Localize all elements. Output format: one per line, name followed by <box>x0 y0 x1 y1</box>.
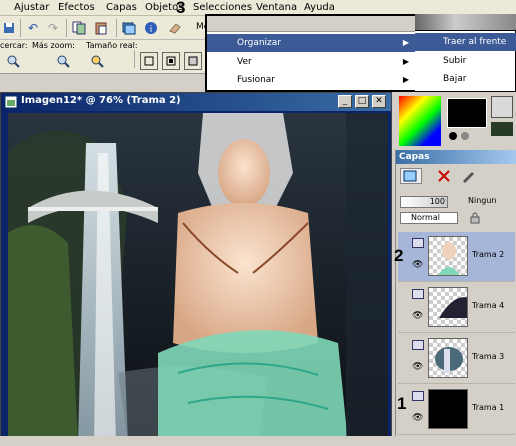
zoom-in-label: Más zoom: <box>32 41 75 50</box>
new-layer-button[interactable] <box>400 168 422 184</box>
image-canvas[interactable] <box>8 113 388 443</box>
step-number-3: 3 <box>176 0 186 17</box>
info-icon[interactable]: i <box>142 19 160 37</box>
composition-artwork <box>8 113 388 443</box>
foreground-color-swatch[interactable] <box>447 98 487 128</box>
organizar-submenu: Traer al frente Subir Bajar <box>415 30 516 92</box>
layer-thumbnail <box>428 236 468 276</box>
status-bar <box>0 436 516 446</box>
zoom-toolbar: cercar: Más zoom: Tamaño real: <box>0 40 210 74</box>
eraser-icon[interactable] <box>166 19 184 37</box>
layer-row-trama-3[interactable]: 👁 Trama 3 <box>398 334 515 384</box>
style-icon[interactable] <box>449 132 457 140</box>
layer-name: Trama 2 <box>472 250 505 259</box>
menu-ventana[interactable]: Ventana <box>256 2 297 13</box>
save-icon[interactable] <box>0 19 18 37</box>
menu-header-strip <box>207 16 415 32</box>
menu-ayuda[interactable]: Ayuda <box>304 2 335 13</box>
layer-visibility-toggle[interactable] <box>412 340 424 350</box>
layer-name: Trama 3 <box>472 352 505 361</box>
eye-icon[interactable]: 👁 <box>412 260 423 270</box>
layer-name: Trama 1 <box>472 403 505 412</box>
zoom-in-icon[interactable] <box>54 52 72 70</box>
paste-icon[interactable] <box>92 19 110 37</box>
background-thumbnail <box>415 14 516 30</box>
layer-row-trama-1[interactable]: 👁 Trama 1 <box>398 385 515 435</box>
menu-item-fusionar[interactable]: Fusionar ▶ <box>207 71 415 89</box>
image-window-icon <box>4 95 18 109</box>
toolbar-separator <box>20 19 21 37</box>
layer-thumbnail <box>428 287 468 327</box>
menu-selecciones[interactable]: Selecciones <box>193 2 252 13</box>
image-titlebar[interactable]: Imagen12* @ 76% (Trama 2) _ □ ✕ <box>1 93 391 111</box>
menu-item-label: Fusionar <box>237 75 276 85</box>
delete-layer-icon[interactable] <box>436 168 452 184</box>
eye-icon[interactable]: 👁 <box>412 362 423 372</box>
menu-item-label: Ver <box>237 57 252 67</box>
submenu-arrow-icon: ▶ <box>402 75 409 84</box>
submenu-arrow-icon: ▶ <box>402 57 409 66</box>
layer-row-trama-2[interactable]: 👁 Trama 2 <box>398 232 515 282</box>
menu-item-organizar[interactable]: Organizar ▶ <box>207 34 415 52</box>
toolbar-separator <box>116 19 117 37</box>
zoom-out-label: cercar: <box>0 41 28 50</box>
layer-thumbnail <box>428 389 468 429</box>
layer-name: Trama 4 <box>472 301 505 310</box>
redo-icon[interactable]: ↷ <box>44 19 62 37</box>
image-window-title: Imagen12* @ 76% (Trama 2) <box>21 95 181 106</box>
close-button[interactable]: ✕ <box>372 95 386 108</box>
minimize-button[interactable]: _ <box>338 95 352 108</box>
opacity-field[interactable]: 100 <box>400 196 448 208</box>
step-number-2: 2 <box>394 246 404 265</box>
menu-item-ver[interactable]: Ver ▶ <box>207 53 415 71</box>
fit-image-icon[interactable] <box>162 52 180 70</box>
zoom-out-icon[interactable] <box>4 52 22 70</box>
image-window: Imagen12* @ 76% (Trama 2) _ □ ✕ <box>0 92 392 446</box>
actual-size-label: Tamaño real: <box>86 41 138 50</box>
layer-visibility-toggle[interactable] <box>412 391 424 401</box>
maximize-button[interactable]: □ <box>355 95 369 108</box>
step-number-1: 1 <box>397 394 407 413</box>
layer-visibility-toggle[interactable] <box>412 238 424 248</box>
layer-thumbnail <box>428 338 468 378</box>
layers-context-menu: Organizar ▶ Ver ▶ Fusionar ▶ <box>205 14 417 92</box>
menu-item-subir[interactable]: Subir <box>415 52 516 70</box>
layer-visibility-toggle[interactable] <box>412 289 424 299</box>
lock-icon[interactable] <box>470 212 480 224</box>
materials-panel <box>395 92 516 150</box>
undo-icon[interactable]: ↶ <box>24 19 42 37</box>
blend-mode-select[interactable]: Normal <box>400 212 458 224</box>
full-screen-icon[interactable] <box>184 52 202 70</box>
texture-icon[interactable] <box>461 132 469 140</box>
submenu-arrow-icon: ▶ <box>402 38 409 47</box>
eye-icon[interactable]: 👁 <box>412 311 423 321</box>
edit-icon[interactable] <box>460 168 476 184</box>
menu-item-bajar[interactable]: Bajar <box>415 70 516 88</box>
fit-window-icon[interactable] <box>140 52 158 70</box>
background-color-swatch[interactable] <box>491 96 513 118</box>
svg-text:i: i <box>150 25 153 35</box>
layer-row-trama-4[interactable]: 👁 Trama 4 <box>398 283 515 333</box>
menu-capas[interactable]: Capas <box>106 2 137 13</box>
standard-toolbar: ↶ ↷ i Mo <box>0 16 210 40</box>
menu-efectos[interactable]: Efectos <box>58 2 95 13</box>
menu-item-traer-al-frente[interactable]: Traer al frente <box>415 33 516 51</box>
layers-panel-title: Capas <box>396 150 516 164</box>
eye-icon[interactable]: 👁 <box>412 413 423 423</box>
menu-item-label: Organizar <box>237 38 281 48</box>
menu-ajustar[interactable]: Ajustar <box>14 2 49 13</box>
color-picker-swatch[interactable] <box>399 96 441 146</box>
layers-panel: Capas 100 Ningun Normal 👁 Trama 2 👁 Tram… <box>395 150 516 446</box>
actual-size-icon[interactable] <box>88 52 106 70</box>
toolbar-separator <box>134 50 135 68</box>
copy-icon[interactable] <box>70 19 88 37</box>
mask-field[interactable]: Ningun <box>468 196 516 208</box>
toolbar-separator <box>66 19 67 37</box>
layers-toolbar-icon[interactable] <box>120 19 138 37</box>
pattern-swatch[interactable] <box>491 122 513 136</box>
